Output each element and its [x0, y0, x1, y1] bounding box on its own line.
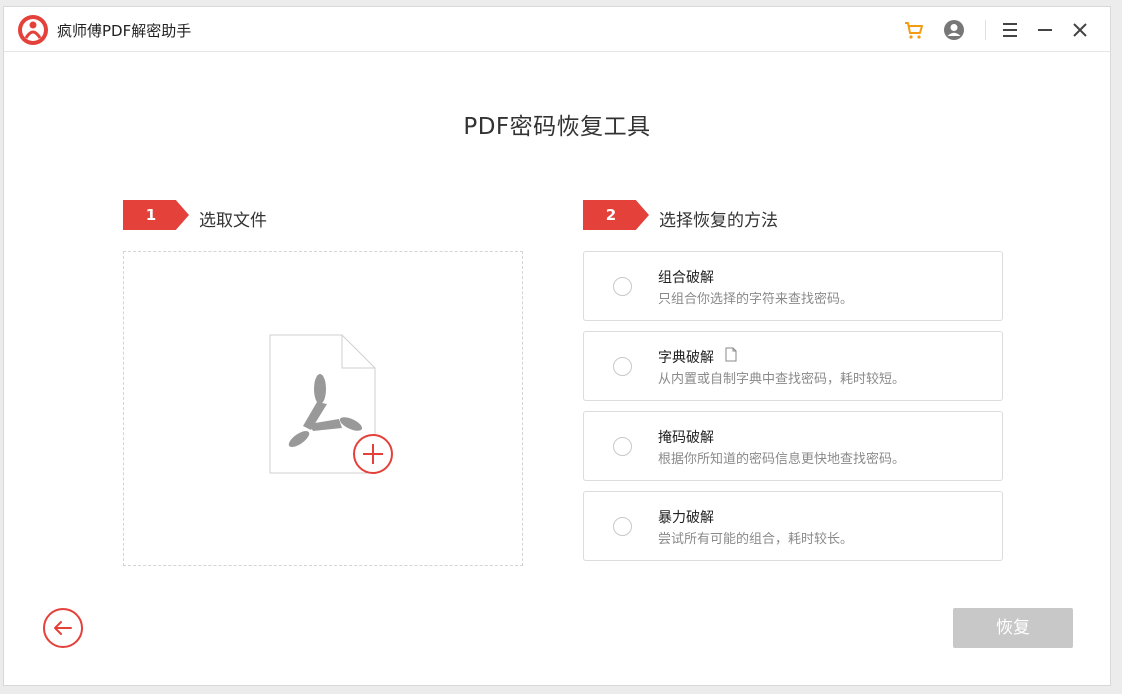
- method-radio[interactable]: [613, 437, 632, 456]
- pdf-file-add-icon[interactable]: [269, 334, 399, 479]
- method-description: 从内置或自制字典中查找密码，耗时较短。: [658, 372, 906, 387]
- file-drop-zone[interactable]: [123, 251, 523, 566]
- back-button[interactable]: [43, 608, 83, 648]
- step-2-badge: 2: [583, 200, 649, 230]
- app-window: 疯师傅PDF解密助手 PDF密码恢复工具 1 选取文件 2 选择恢复的方法 组合…: [3, 6, 1111, 686]
- file-icon[interactable]: [724, 347, 738, 363]
- user-icon[interactable]: [942, 18, 966, 42]
- step-1-badge: 1: [123, 200, 189, 230]
- method-description: 只组合你选择的字符来查找密码。: [658, 292, 854, 307]
- method-title: 字典破解: [658, 350, 714, 366]
- minimize-icon[interactable]: [1033, 18, 1057, 42]
- step-2-label: 选择恢复的方法: [659, 211, 778, 231]
- close-icon[interactable]: [1068, 18, 1092, 42]
- method-title: 组合破解: [658, 270, 714, 286]
- method-radio[interactable]: [613, 277, 632, 296]
- method-option-brute-force[interactable]: 暴力破解 尝试所有可能的组合，耗时较长。: [583, 491, 1003, 561]
- arrow-left-icon: [54, 621, 72, 635]
- menu-icon[interactable]: [998, 18, 1022, 42]
- page-title: PDF密码恢复工具: [463, 114, 651, 140]
- method-radio[interactable]: [613, 357, 632, 376]
- method-radio[interactable]: [613, 517, 632, 536]
- method-description: 根据你所知道的密码信息更快地查找密码。: [658, 452, 906, 467]
- cart-icon[interactable]: [902, 18, 926, 42]
- method-option-dictionary[interactable]: 字典破解 从内置或自制字典中查找密码，耗时较短。: [583, 331, 1003, 401]
- method-title: 暴力破解: [658, 510, 714, 526]
- title-bar-separator: [985, 20, 986, 40]
- title-bar: 疯师傅PDF解密助手: [4, 7, 1110, 52]
- step-2-number: 2: [605, 206, 617, 224]
- step-1-number: 1: [145, 206, 157, 224]
- method-description: 尝试所有可能的组合，耗时较长。: [658, 532, 854, 547]
- recover-button[interactable]: 恢复: [953, 608, 1073, 648]
- step-1-label: 选取文件: [199, 211, 267, 231]
- method-title: 掩码破解: [658, 430, 714, 446]
- app-title: 疯师傅PDF解密助手: [57, 22, 192, 40]
- app-logo-icon: [18, 15, 48, 45]
- method-option-mask[interactable]: 掩码破解 根据你所知道的密码信息更快地查找密码。: [583, 411, 1003, 481]
- method-option-combination[interactable]: 组合破解 只组合你选择的字符来查找密码。: [583, 251, 1003, 321]
